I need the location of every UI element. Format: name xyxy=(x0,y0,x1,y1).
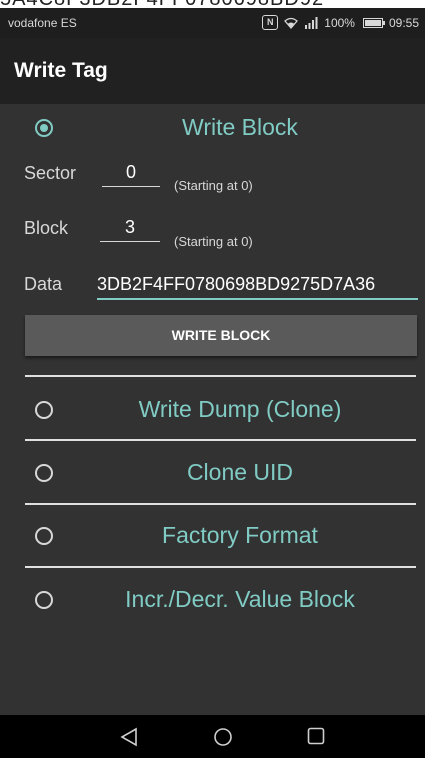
recents-icon[interactable] xyxy=(307,727,325,750)
clone-uid-radio[interactable] xyxy=(35,464,53,482)
divider xyxy=(25,503,416,505)
carrier-name: vodafone ES xyxy=(8,16,77,30)
cropped-top-text: 5A4C8F3DB2F4FF0780698BD92 xyxy=(0,0,425,8)
write-dump-radio[interactable] xyxy=(35,401,53,419)
factory-format-radio[interactable] xyxy=(35,527,53,545)
sector-label: Sector xyxy=(24,163,77,183)
incr-decr-label[interactable]: Incr./Decr. Value Block xyxy=(60,586,420,613)
battery-icon xyxy=(362,17,385,28)
divider xyxy=(25,566,416,568)
divider xyxy=(25,375,416,377)
home-icon[interactable] xyxy=(213,727,233,752)
write-block-button[interactable]: WRITE BLOCK xyxy=(25,315,417,356)
incr-decr-radio[interactable] xyxy=(35,591,53,609)
app-bar: Write Tag xyxy=(0,38,425,104)
write-block-radio[interactable] xyxy=(35,119,53,137)
clock: 09:55 xyxy=(388,15,419,30)
block-input[interactable]: 3 xyxy=(100,213,160,242)
back-icon[interactable] xyxy=(120,727,138,752)
signal-icon xyxy=(304,16,318,29)
write-dump-label[interactable]: Write Dump (Clone) xyxy=(60,396,420,423)
sector-input[interactable]: 0 xyxy=(102,158,160,187)
factory-format-label[interactable]: Factory Format xyxy=(60,522,420,549)
nfc-icon: N xyxy=(262,15,279,30)
block-label: Block xyxy=(24,218,69,238)
clone-uid-label[interactable]: Clone UID xyxy=(60,459,420,486)
data-input[interactable]: 3DB2F4FF0780698BD9275D7A36 xyxy=(97,270,418,300)
page-title: Write Tag xyxy=(14,59,108,82)
wifi-icon xyxy=(284,17,299,29)
status-bar: vodafone ES N 100% 09:55 xyxy=(0,8,425,38)
battery-percent: 100% xyxy=(324,15,355,30)
sector-hint: (Starting at 0) xyxy=(174,178,253,193)
navigation-bar xyxy=(0,715,425,758)
data-label: Data xyxy=(24,274,63,294)
divider xyxy=(25,439,416,441)
write-block-label[interactable]: Write Block xyxy=(60,114,420,141)
block-hint: (Starting at 0) xyxy=(174,234,253,249)
